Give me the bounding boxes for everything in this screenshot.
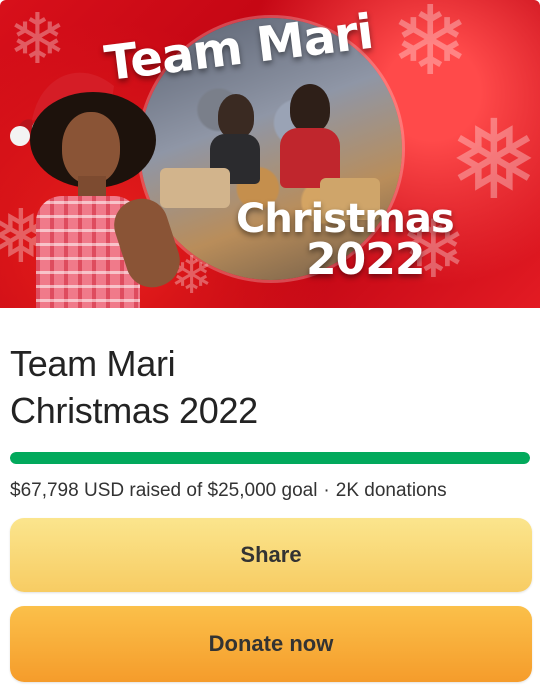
raised-amount: $67,798: [10, 480, 79, 501]
campaign-title-line2: Christmas 2022: [10, 390, 258, 431]
girl-face: [62, 112, 120, 184]
hero-title-year: 2022: [306, 234, 425, 285]
separator-dot: ·: [323, 480, 330, 501]
share-button-label: Share: [240, 542, 302, 567]
donate-button-label: Donate now: [208, 631, 334, 656]
goal-label: goal: [281, 480, 318, 501]
campaign-title: Team Mari Christmas 2022: [10, 340, 530, 434]
snowflake-icon: ❅: [448, 99, 540, 222]
campaign-title-line1: Team Mari: [10, 343, 176, 384]
goal-amount: $25,000: [207, 480, 277, 501]
progress-bar: [10, 452, 530, 464]
campaign-hero-image: ❄ ❄ ❅ ❄ ❅ ❄ Team Mari Christmas 2022: [0, 0, 540, 308]
snowflake-icon: ❄: [390, 0, 471, 95]
share-button[interactable]: Share: [10, 518, 532, 592]
raised-summary: $67,798 USD raised of $25,000 goal · 2K …: [10, 480, 530, 502]
progress-bar-fill: [10, 452, 530, 464]
donate-now-button[interactable]: Donate now: [10, 606, 532, 682]
donation-count: 2K donations: [335, 480, 447, 501]
campaign-details: Team Mari Christmas 2022 $67,798 USD rai…: [0, 340, 540, 682]
raised-label: USD raised of: [83, 480, 203, 501]
